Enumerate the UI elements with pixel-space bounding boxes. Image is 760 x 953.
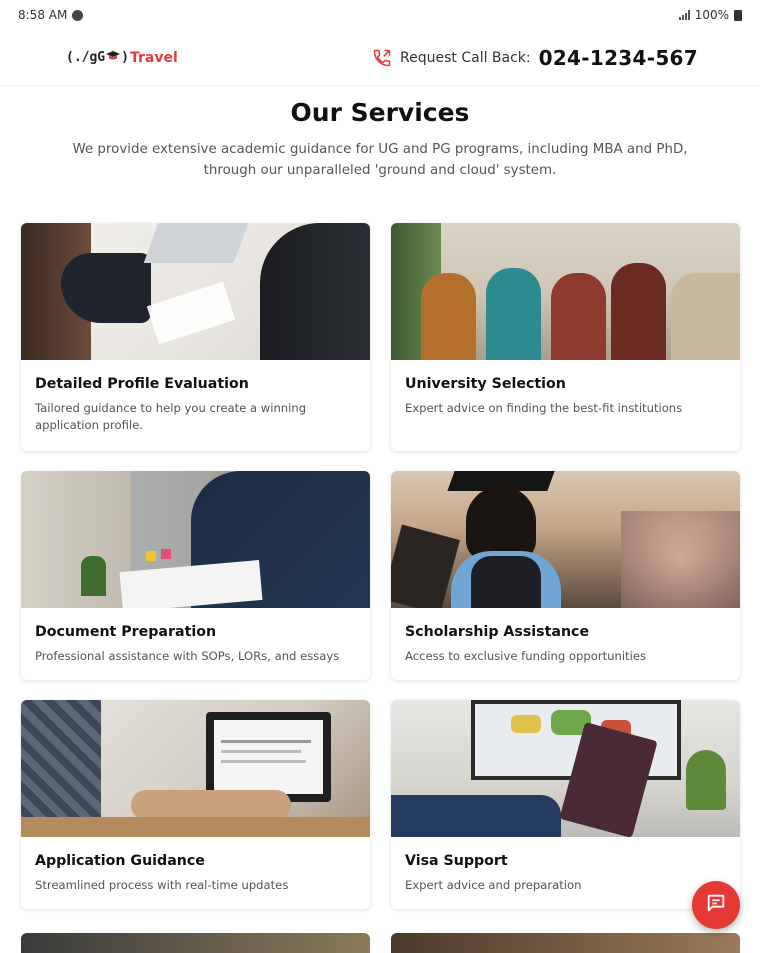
service-title: University Selection (405, 376, 566, 392)
chat-icon (705, 892, 727, 918)
service-image (391, 223, 740, 360)
callback-phone[interactable]: 024-1234-567 (539, 46, 698, 70)
service-image (391, 471, 740, 608)
service-description: Tailored guidance to help you create a w… (35, 401, 307, 432)
service-description: Streamlined process with real-time updat… (35, 878, 289, 892)
service-image (391, 700, 740, 837)
phone-callback-icon (372, 48, 392, 68)
service-card-visa-support[interactable]: Visa Support Expert advice and preparati… (391, 700, 740, 909)
logo-suffix: ) (121, 50, 129, 65)
battery-icon (734, 9, 742, 21)
signal-icon (678, 10, 690, 20)
services-grid: Detailed Profile Evaluation Tailored gui… (21, 223, 741, 909)
service-card-document-preparation[interactable]: Document Preparation Professional assist… (21, 471, 370, 680)
service-title: Visa Support (405, 853, 508, 869)
battery-level: 100% (694, 8, 729, 22)
status-time: 8:58 AM (18, 8, 68, 22)
service-card-university-selection[interactable]: University Selection Expert advice on fi… (391, 223, 740, 451)
page-title: Our Services (290, 98, 470, 127)
service-title: Application Guidance (35, 853, 205, 869)
logo[interactable]: (./gG ) Travel (66, 50, 178, 66)
site-header: (./gG ) Travel Request Call Back: 024-12… (0, 30, 760, 86)
service-title: Scholarship Assistance (405, 624, 590, 640)
service-card-scholarship-assistance[interactable]: Scholarship Assistance Access to exclusi… (391, 471, 740, 680)
next-row-preview (21, 933, 741, 953)
notification-icon (72, 9, 84, 21)
callback-label: Request Call Back: (400, 49, 531, 66)
logo-brand: Travel (129, 49, 178, 66)
request-call-back[interactable]: Request Call Back: 024-1234-567 (372, 46, 698, 70)
service-image (21, 700, 370, 837)
service-description: Expert advice and preparation (405, 878, 582, 892)
service-description: Expert advice on finding the best-fit in… (405, 401, 683, 415)
page-description: We provide extensive academic guidance f… (72, 142, 688, 178)
service-image (21, 471, 370, 608)
service-title: Detailed Profile Evaluation (35, 376, 249, 392)
status-bar: 8:58 AM 100% (0, 0, 760, 30)
service-description: Access to exclusive funding opportunitie… (405, 649, 646, 663)
service-card-profile-evaluation[interactable]: Detailed Profile Evaluation Tailored gui… (21, 223, 370, 451)
service-description: Professional assistance with SOPs, LORs,… (35, 649, 340, 663)
service-card-partial (21, 933, 370, 953)
logo-prefix: (./gG (66, 50, 106, 65)
chat-button[interactable] (692, 881, 740, 929)
service-title: Document Preparation (35, 624, 217, 640)
service-card-partial (391, 933, 740, 953)
service-image (21, 223, 370, 360)
services-intro: Our Services We provide extensive academ… (0, 86, 760, 181)
graduation-cap-icon (106, 50, 121, 66)
service-card-application-guidance[interactable]: Application Guidance Streamlined process… (21, 700, 370, 909)
